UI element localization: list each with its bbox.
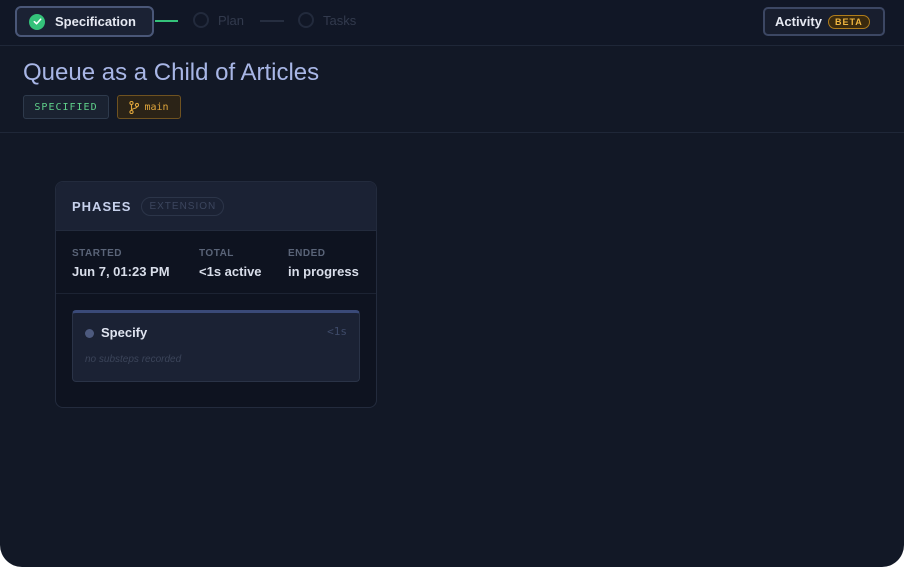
phase-duration: <1s	[327, 325, 347, 338]
phases-card: PHASES EXTENSION STARTED Jun 7, 01:23 PM…	[55, 181, 377, 408]
stat-value: Jun 7, 01:23 PM	[72, 264, 170, 279]
stat-label: ENDED	[288, 248, 326, 259]
empty-substeps-text: no substeps recorded	[85, 354, 182, 365]
stat-label: STARTED	[72, 248, 122, 259]
step-label: Tasks	[323, 12, 357, 28]
activity-label: Activity	[775, 14, 822, 29]
pending-circle-icon	[298, 12, 314, 28]
activity-button[interactable]: Activity BETA	[763, 7, 885, 36]
pending-circle-icon	[193, 12, 209, 28]
phases-title: PHASES	[72, 198, 132, 214]
step-label: Plan	[218, 12, 245, 28]
stat-total: TOTAL <1s active	[199, 248, 262, 279]
branch-name: main	[144, 101, 169, 113]
git-branch-icon	[129, 100, 140, 114]
stat-label: TOTAL	[199, 248, 234, 259]
phase-name: Specify	[101, 325, 148, 340]
step-specification[interactable]: Specification	[15, 6, 154, 37]
page-header: Queue as a Child of Articles SPECIFIED m…	[0, 47, 904, 133]
status-badge: SPECIFIED	[23, 95, 109, 119]
app-window: Specification Plan Tasks Activity BETA Q…	[0, 0, 904, 567]
stat-ended: ENDED in progress	[288, 248, 359, 279]
phase-stats: STARTED Jun 7, 01:23 PM TOTAL <1s active…	[56, 232, 376, 294]
beta-badge: BETA	[827, 14, 870, 29]
stat-started: STARTED Jun 7, 01:23 PM	[72, 248, 170, 279]
step-connector	[260, 20, 284, 22]
step-connector	[155, 20, 178, 22]
step-plan[interactable]: Plan	[193, 12, 244, 28]
check-icon	[29, 13, 45, 30]
phase-item-specify[interactable]: Specify <1s no substeps recorded	[72, 310, 360, 382]
step-tasks[interactable]: Tasks	[298, 12, 356, 28]
stat-value: <1s active	[199, 264, 262, 279]
status-dot-icon	[85, 329, 94, 338]
page-title: Queue as a Child of Articles	[23, 59, 320, 86]
phases-header: PHASES EXTENSION	[56, 182, 376, 231]
step-label: Specification	[55, 14, 136, 29]
branch-badge: main	[117, 95, 181, 119]
extension-badge: EXTENSION	[141, 196, 225, 216]
workflow-stepper: Specification Plan Tasks Activity BETA	[0, 0, 904, 46]
stat-value: in progress	[288, 264, 359, 279]
